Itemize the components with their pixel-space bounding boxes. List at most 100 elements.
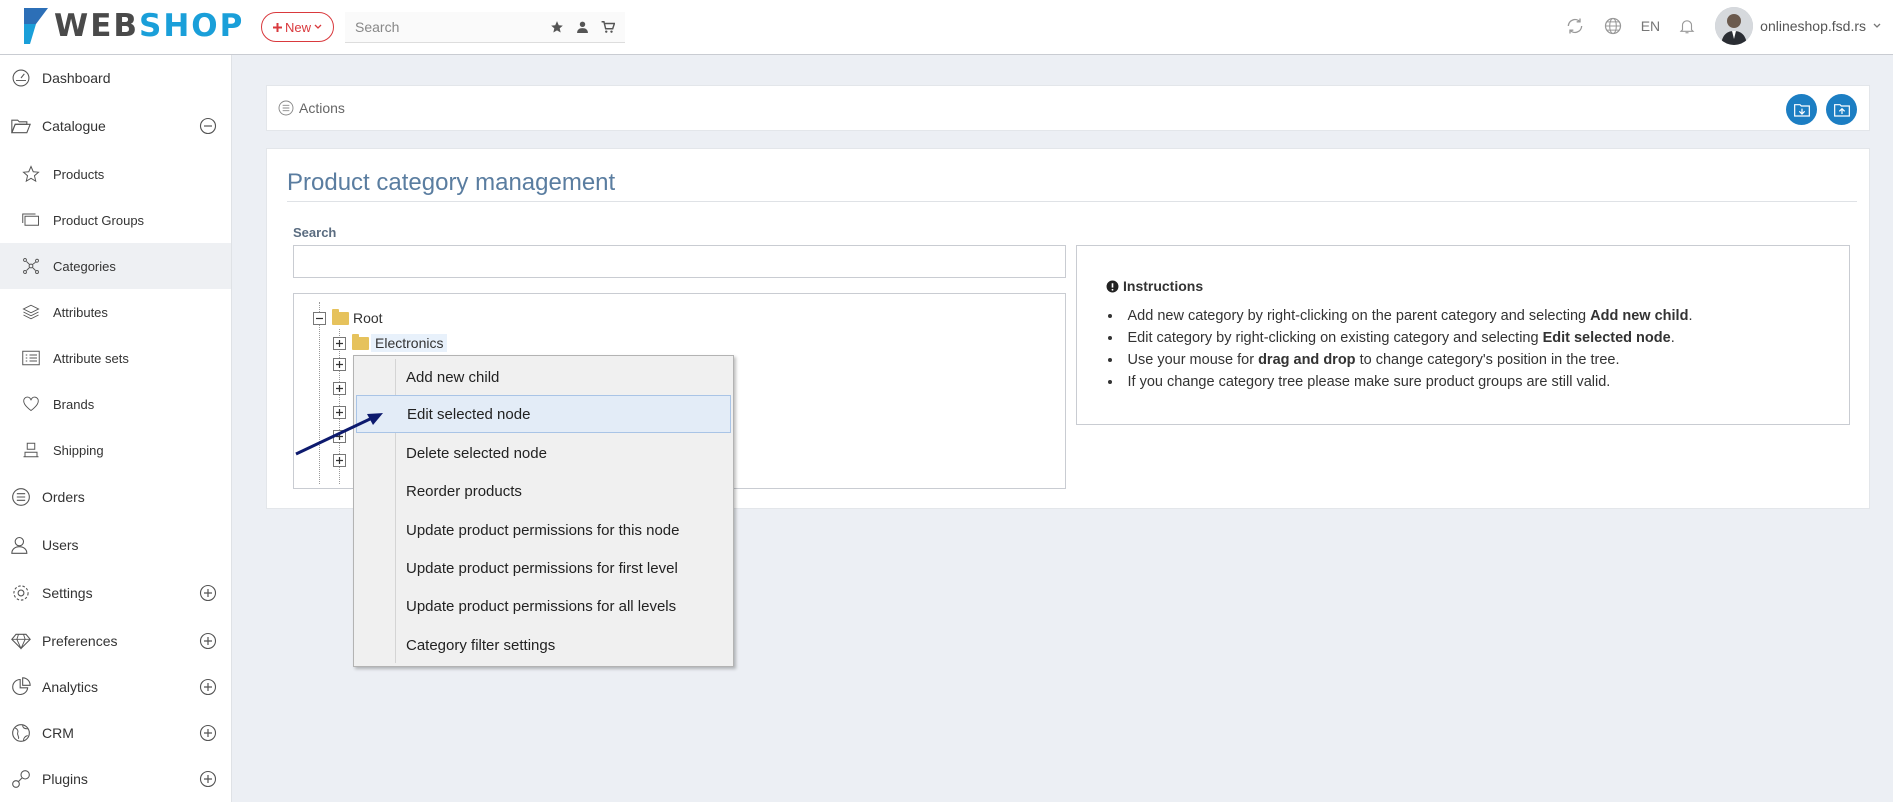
search-input[interactable]	[345, 19, 535, 35]
info-icon	[1106, 280, 1119, 292]
sidebar-item-categories[interactable]: Categories	[0, 243, 231, 289]
speedometer-icon	[10, 67, 32, 89]
user-name: onlineshop.fsd.rs	[1760, 18, 1866, 34]
star-icon[interactable]	[550, 20, 564, 34]
sidebar-item-settings[interactable]: Settings	[0, 570, 231, 616]
logo-flag-icon	[24, 8, 48, 44]
menu-item-delete-selected-node[interactable]: Delete selected node	[356, 434, 731, 472]
layers-icon	[20, 301, 42, 323]
sidebar-item-orders[interactable]: Orders	[0, 474, 231, 520]
sidebar-item-label: Catalogue	[42, 118, 106, 134]
instructions-box: Instructions Add new category by right-c…	[1076, 245, 1850, 425]
expand-icon[interactable]	[199, 678, 217, 696]
import-button[interactable]	[1786, 94, 1817, 125]
sidebar-item-attributes[interactable]: Attributes	[0, 289, 231, 335]
list-icon	[278, 100, 294, 116]
language-selector[interactable]: EN	[1641, 18, 1660, 34]
users-icon	[10, 534, 32, 556]
sidebar-item-attribute-sets[interactable]: Attribute sets	[0, 335, 231, 381]
sidebar-item-brands[interactable]: Brands	[0, 381, 231, 427]
folder-export-icon	[1833, 103, 1850, 117]
expand-icon[interactable]	[199, 632, 217, 650]
sidebar-item-label: Orders	[42, 489, 85, 505]
sidebar-item-plugins[interactable]: Plugins	[0, 756, 231, 802]
menu-item-category-filter-settings[interactable]: Category filter settings	[356, 626, 731, 664]
folder-icon	[352, 333, 369, 350]
sidebar-item-label: Users	[42, 537, 79, 553]
sidebar-item-catalogue[interactable]: Catalogue	[0, 103, 231, 149]
sidebar-item-label: Preferences	[42, 633, 118, 649]
sidebar-item-label: Product Groups	[53, 212, 145, 228]
sidebar-item-label: Dashboard	[42, 70, 111, 86]
context-menu: Add new child Edit selected node Delete …	[353, 355, 734, 667]
expand-node-icon[interactable]	[333, 358, 346, 371]
user-icon[interactable]	[576, 20, 589, 34]
folder-open-icon	[10, 115, 32, 137]
bell-icon[interactable]	[1678, 16, 1696, 36]
sidebar-item-crm[interactable]: CRM	[0, 710, 231, 756]
top-right-tools: EN onlineshop.fsd.rs	[1556, 0, 1893, 52]
folder-import-icon	[1793, 103, 1810, 117]
expand-icon[interactable]	[199, 584, 217, 602]
tree-node[interactable]	[333, 358, 346, 371]
user-menu[interactable]: onlineshop.fsd.rs	[1715, 7, 1881, 45]
expand-icon[interactable]	[199, 770, 217, 788]
search-label: Search	[293, 225, 337, 240]
shipping-icon	[20, 439, 42, 461]
menu-item-edit-selected-node[interactable]: Edit selected node	[356, 395, 731, 433]
new-button[interactable]: New	[261, 12, 334, 42]
tree-node-label: Root	[353, 310, 383, 326]
tree-node-electronics[interactable]: Electronics	[333, 333, 448, 352]
heart-icon	[20, 393, 42, 415]
globe-icon	[10, 722, 32, 744]
sidebar-item-label: Products	[53, 166, 105, 182]
sidebar-item-preferences[interactable]: Preferences	[0, 618, 231, 664]
logo[interactable]: WEBSHOP	[22, 6, 244, 46]
refresh-icon[interactable]	[1565, 16, 1585, 36]
instructions-list: Add new category by right-clicking on th…	[1108, 305, 1693, 393]
tree-node-label: Electronics	[371, 334, 448, 352]
diamond-icon	[10, 630, 32, 652]
instruction-item: Add new category by right-clicking on th…	[1108, 305, 1693, 327]
menu-item-add-new-child[interactable]: Add new child	[356, 358, 731, 396]
collapse-icon[interactable]	[199, 117, 217, 135]
sidebar-item-label: Attributes	[53, 304, 108, 320]
actions-menu[interactable]: Actions	[278, 100, 345, 116]
menu-item-permissions-all-levels[interactable]: Update product permissions for all level…	[356, 587, 731, 625]
menu-item-permissions-first-level[interactable]: Update product permissions for first lev…	[356, 549, 731, 587]
top-bar: WEBSHOP New EN onlineshop.fsd.rs	[0, 0, 1893, 55]
tree-node-root[interactable]: Root	[313, 308, 383, 326]
export-button[interactable]	[1826, 94, 1857, 125]
global-search	[345, 12, 625, 43]
sidebar-item-users[interactable]: Users	[0, 522, 231, 568]
orders-icon	[10, 486, 32, 508]
actions-bar: Actions	[266, 85, 1870, 131]
sidebar-item-dashboard[interactable]: Dashboard	[0, 55, 231, 101]
category-search-input[interactable]	[293, 245, 1066, 278]
sidebar-item-label: Plugins	[42, 771, 88, 787]
menu-item-permissions-this-node[interactable]: Update product permissions for this node	[356, 511, 731, 549]
sidebar-item-analytics[interactable]: Analytics	[0, 664, 231, 710]
plus-icon	[272, 22, 282, 32]
expand-node-icon[interactable]	[333, 336, 346, 350]
plug-icon	[10, 768, 32, 790]
avatar	[1715, 7, 1754, 45]
sidebar-item-label: Categories	[53, 258, 116, 274]
sidebar-item-shipping[interactable]: Shipping	[0, 427, 231, 473]
gear-icon	[10, 582, 32, 604]
collapse-node-icon[interactable]	[313, 311, 326, 325]
globe-icon[interactable]	[1603, 16, 1623, 36]
tree-node[interactable]	[333, 382, 346, 395]
expand-node-icon[interactable]	[333, 382, 346, 395]
sidebar-item-products[interactable]: Products	[0, 151, 231, 197]
sidebar-item-label: Brands	[53, 396, 95, 412]
logo-text: WEBSHOP	[54, 8, 245, 44]
cart-icon[interactable]	[601, 20, 615, 34]
expand-icon[interactable]	[199, 724, 217, 742]
sidebar: Dashboard Catalogue Products Product Gro…	[0, 55, 232, 802]
instructions-title: Instructions	[1106, 278, 1203, 294]
sidebar-item-product-groups[interactable]: Product Groups	[0, 197, 231, 243]
page-title: Product category management	[287, 169, 616, 196]
menu-item-reorder-products[interactable]: Reorder products	[356, 472, 731, 510]
sidebar-item-label: Settings	[42, 585, 93, 601]
